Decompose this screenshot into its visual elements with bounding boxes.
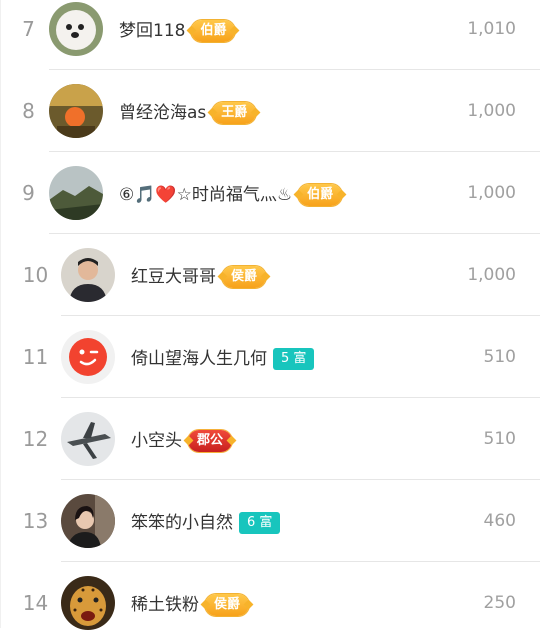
user-name-text: 倚山望海人生几何 (131, 349, 267, 369)
user-name-text: 笨笨的小自然 (131, 513, 233, 533)
score-value: 460 (483, 511, 516, 531)
white-dog-avatar[interactable] (49, 2, 103, 56)
user-name-text: ⑥🎵❤️☆时尚福气灬♨ (119, 185, 293, 205)
score-value: 1,000 (467, 183, 516, 203)
ranking-row[interactable]: 14 稀土铁粉 侯爵 250 (0, 562, 540, 644)
ranking-row[interactable]: 9 ⑥🎵❤️☆时尚福气灬♨ 伯爵 1,000 (0, 152, 540, 234)
ranking-row[interactable]: 12 小空头 郡公 510 (0, 398, 540, 480)
airplane-avatar[interactable] (61, 412, 115, 466)
wealth-level-badge: 6 富 (239, 512, 281, 534)
ranking-row[interactable]: 13 笨笨的小自然 6 富 460 (0, 480, 540, 562)
user-name-text: 小空头 (131, 431, 182, 451)
user-name-text: 梦回118 (119, 21, 186, 41)
rank-number: 13 (22, 509, 49, 533)
ranking-list: 7 梦回118 伯爵 1,010 8 曾经沧海as 王爵 1,000 9 ⑥🎵❤️☆… (0, 0, 540, 630)
leopard-avatar[interactable] (61, 576, 115, 630)
noble-title-badge: 伯爵 (298, 184, 343, 206)
score-value: 250 (483, 593, 516, 613)
rank-number: 14 (22, 591, 49, 615)
noble-title-badge: 王爵 (212, 102, 257, 124)
noble-title-badge: 侯爵 (205, 594, 250, 616)
red-smiley-avatar[interactable] (61, 330, 115, 384)
user-name-text: 曾经沧海as (119, 103, 207, 123)
user-name: ⑥🎵❤️☆时尚福气灬♨ 伯爵 (119, 180, 343, 206)
rank-number: 12 (22, 427, 49, 451)
rank-number: 10 (22, 263, 49, 287)
user-name-text: 红豆大哥哥 (131, 267, 216, 287)
user-name: 红豆大哥哥 侯爵 (131, 262, 267, 288)
noble-title-badge: 郡公 (188, 430, 233, 452)
noble-title-badge: 伯爵 (191, 20, 236, 42)
user-name-text: 稀土铁粉 (131, 595, 199, 615)
rank-number: 11 (22, 345, 49, 369)
score-value: 1,000 (467, 101, 516, 121)
score-value: 1,000 (467, 265, 516, 285)
orange-fruit-avatar[interactable] (49, 84, 103, 138)
user-name: 梦回118 伯爵 (119, 16, 236, 42)
score-value: 510 (483, 347, 516, 367)
ranking-row[interactable]: 10 红豆大哥哥 侯爵 1,000 (0, 234, 540, 316)
ranking-row[interactable]: 7 梦回118 伯爵 1,010 (0, 0, 540, 70)
ranking-row[interactable]: 11 倚山望海人生几何 5 富 510 (0, 316, 540, 398)
man-portrait-avatar[interactable] (61, 248, 115, 302)
noble-title-badge: 侯爵 (222, 266, 267, 288)
user-name: 曾经沧海as 王爵 (119, 98, 257, 124)
user-name: 小空头 郡公 (131, 426, 233, 452)
wealth-level-badge: 5 富 (273, 348, 315, 370)
score-value: 1,010 (467, 19, 516, 39)
user-name: 笨笨的小自然 6 富 (131, 508, 281, 534)
woman-portrait-avatar[interactable] (61, 494, 115, 548)
score-value: 510 (483, 429, 516, 449)
user-name: 稀土铁粉 侯爵 (131, 590, 250, 616)
mountain-landscape-avatar[interactable] (49, 166, 103, 220)
user-name: 倚山望海人生几何 5 富 (131, 344, 315, 370)
ranking-row[interactable]: 8 曾经沧海as 王爵 1,000 (0, 70, 540, 152)
